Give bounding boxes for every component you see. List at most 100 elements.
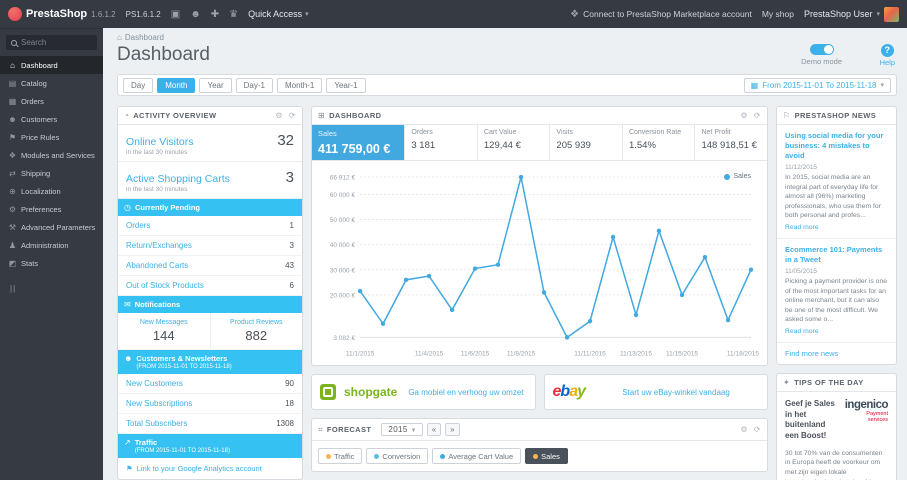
help-icon[interactable]: ? <box>880 44 894 57</box>
panel-actions: ⚙ ⟳ <box>740 425 761 434</box>
sidebar-item-stats[interactable]: ◩ Stats <box>0 254 103 272</box>
row-label: New Subscriptions <box>126 399 193 408</box>
cart-icon[interactable]: ▣ <box>171 9 180 20</box>
topbar: PrestaShop 1.6.1.2 PS1.6.1.2 ▣ ☻ ✚ ♛ Qui… <box>0 0 907 28</box>
google-analytics-link[interactable]: ⚑ Link to your Google Analytics account <box>118 458 302 479</box>
sidebar-item-customers[interactable]: ☻ Customers <box>0 110 103 128</box>
shopgate-logo-text: shopgate <box>344 385 398 400</box>
tag-icon: ⚑ <box>8 132 17 142</box>
customers-icon[interactable]: ☻ <box>190 9 201 20</box>
sidebar-item-modules[interactable]: ❖ Modules and Services <box>0 146 103 164</box>
forecast-prev-button[interactable]: « <box>426 423 442 437</box>
kpi-conversion-rate[interactable]: Conversion Rate 1.54% <box>623 125 696 160</box>
sidebar-item-shipping[interactable]: ⇄ Shipping <box>0 164 103 182</box>
article-title-link[interactable]: Using social media for your business: 4 … <box>785 131 888 161</box>
pending-row-orders[interactable]: Orders 1 <box>118 216 302 236</box>
kpi-value: 411 759,00 € <box>318 142 391 156</box>
kpi-net-profit[interactable]: Net Profit 148 918,51 € <box>695 125 767 160</box>
legend-dot <box>374 453 380 459</box>
sidebar-item-orders[interactable]: ▦ Orders <box>0 92 103 110</box>
forecast-next-button[interactable]: » <box>445 423 460 437</box>
customers-row-new-customers[interactable]: New Customers 90 <box>118 374 302 394</box>
sidebar-item-price-rules[interactable]: ⚑ Price Rules <box>0 128 103 146</box>
read-more-link[interactable]: Read more <box>785 224 888 231</box>
admin-icon: ♟ <box>8 240 17 250</box>
module-promos: shopgate Ga mobiel en verhoog uw omzet e… <box>311 374 768 411</box>
filter-day-button[interactable]: Day <box>123 77 154 93</box>
forecast-conversion-toggle[interactable]: Conversion <box>366 448 429 465</box>
read-more-link[interactable]: Read more <box>785 328 888 335</box>
filter-year-button[interactable]: Year <box>199 77 232 93</box>
chart-legend[interactable]: Sales <box>724 173 751 180</box>
pending-row-returns[interactable]: Return/Exchanges 3 <box>118 236 302 256</box>
article-title-link[interactable]: Ecommerce 101: Payments in a Tweet <box>785 245 888 265</box>
help-link[interactable]: Help <box>880 58 895 67</box>
kpi-visits[interactable]: Visits 205 939 <box>550 125 623 160</box>
kpi-orders[interactable]: Orders 3 181 <box>405 125 478 160</box>
news-article: Using social media for your business: 4 … <box>777 125 896 239</box>
shopgate-cta-link[interactable]: Ga mobiel en verhoog uw omzet <box>405 388 526 397</box>
puzzle-icon: ❖ <box>8 150 17 160</box>
clock-icon: ◔ <box>124 111 130 120</box>
online-visitors-link[interactable]: Online Visitors <box>126 136 194 148</box>
refresh-icon[interactable]: ⟳ <box>754 111 761 120</box>
sidebar-item-administration[interactable]: ♟ Administration <box>0 236 103 254</box>
forecast-sales-toggle[interactable]: Sales <box>525 448 568 465</box>
cell-label: New Messages <box>139 319 188 326</box>
ps-version-label: PS1.6.1.2 <box>125 9 161 19</box>
gear-icon[interactable]: ⚙ <box>275 111 283 120</box>
toggle-knob <box>823 45 833 54</box>
breadcrumb-label[interactable]: Dashboard <box>125 33 164 42</box>
row-label: Total Subscribers <box>126 419 188 428</box>
sidebar-item-dashboard[interactable]: ⌂ Dashboard <box>0 56 103 74</box>
legend-dot <box>440 453 446 459</box>
marketplace-connect-link[interactable]: ❖ Connect to PrestaShop Marketplace acco… <box>570 9 752 20</box>
my-shop-link[interactable]: My shop <box>762 9 794 19</box>
page-title: Dashboard <box>117 44 210 65</box>
kpi-value: 205 939 <box>556 140 591 151</box>
gear-icon[interactable]: ⚙ <box>740 111 748 120</box>
sidebar-item-advanced-parameters[interactable]: ⚒ Advanced Parameters <box>0 218 103 236</box>
demo-mode-toggle[interactable] <box>809 44 834 55</box>
new-messages-cell[interactable]: New Messages 144 <box>118 313 210 349</box>
sidebar-collapse-button[interactable]: || <box>10 284 93 293</box>
link-icon: ⚑ <box>126 464 133 473</box>
filter-month-1-button[interactable]: Month-1 <box>276 77 323 93</box>
forecast-avg-cart-toggle[interactable]: Average Cart Value <box>432 448 522 465</box>
pending-row-out-of-stock[interactable]: Out of Stock Products 6 <box>118 276 302 296</box>
prestashop-brand[interactable]: PrestaShop 1.6.1.2 <box>8 7 116 21</box>
tips-content: Geef je Sales in het buitenland een Boos… <box>777 392 896 480</box>
user-menu[interactable]: PrestaShop User ▾ <box>804 6 899 22</box>
sidebar: ⌂ Dashboard ▤ Catalog ▦ Orders ☻ Customers ⚑… <box>0 28 103 480</box>
trophy-icon[interactable]: ♛ <box>229 9 238 20</box>
search-input[interactable] <box>21 38 92 47</box>
date-range-label: From 2015-11-01 To 2015-11-18 <box>762 80 877 90</box>
forecast-year-select[interactable]: 2015 ▾ <box>381 423 423 437</box>
forecast-panel-title: FORECAST <box>326 425 372 435</box>
kpi-label: Sales <box>318 129 337 138</box>
product-reviews-cell[interactable]: Product Reviews 882 <box>209 313 303 349</box>
forecast-traffic-toggle[interactable]: Traffic <box>318 448 363 465</box>
find-more-news-link[interactable]: Find more news <box>777 343 896 364</box>
chevron-down-icon: ▾ <box>305 11 309 18</box>
sidebar-item-catalog[interactable]: ▤ Catalog <box>0 74 103 92</box>
customers-row-new-subscriptions[interactable]: New Subscriptions 18 <box>118 394 302 414</box>
sidebar-item-preferences[interactable]: ⚙ Preferences <box>0 200 103 218</box>
date-range-picker[interactable]: ▦ From 2015-11-01 To 2015-11-18 ▾ <box>743 77 891 93</box>
add-icon[interactable]: ✚ <box>211 9 219 20</box>
customers-row-total-subscribers[interactable]: Total Subscribers 1308 <box>118 414 302 434</box>
kpi-sales[interactable]: Sales 411 759,00 € <box>312 125 406 160</box>
filter-year-1-button[interactable]: Year-1 <box>326 77 366 93</box>
filter-day-1-button[interactable]: Day-1 <box>235 77 273 93</box>
active-carts-link[interactable]: Active Shopping Carts <box>126 173 230 185</box>
pending-row-abandoned-carts[interactable]: Abandoned Carts 43 <box>118 256 302 276</box>
kpi-cart-value[interactable]: Cart Value 129,44 € <box>478 125 551 160</box>
filter-month-button[interactable]: Month <box>157 77 196 93</box>
quick-access-menu[interactable]: Quick Access ▾ <box>248 9 309 19</box>
refresh-icon[interactable]: ⟳ <box>289 111 296 120</box>
refresh-icon[interactable]: ⟳ <box>754 425 761 434</box>
tips-of-the-day-panel: ✦ TIPS OF THE DAY Geef je Sales in het b… <box>776 372 897 480</box>
gear-icon[interactable]: ⚙ <box>740 425 748 434</box>
ebay-cta-link[interactable]: Start uw eBay-winkel vandaag <box>593 388 759 397</box>
sidebar-item-localization[interactable]: ⊕ Localization <box>0 182 103 200</box>
